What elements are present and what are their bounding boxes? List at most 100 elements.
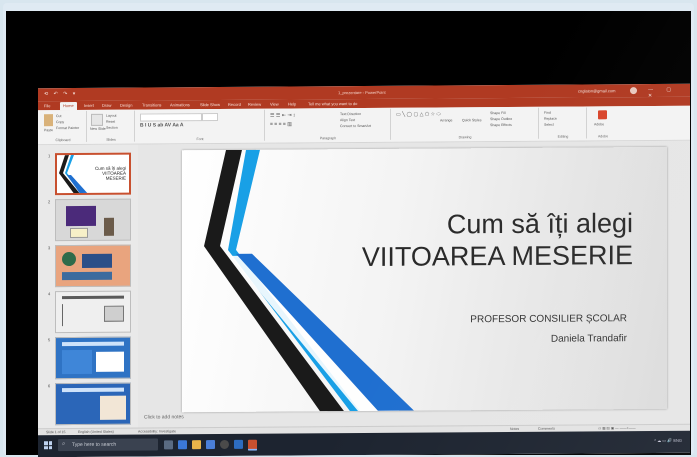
- word-icon[interactable]: [234, 439, 243, 449]
- tab-insert[interactable]: Insert: [84, 103, 94, 108]
- thumbnail-slide[interactable]: [55, 382, 131, 426]
- shape-effects-button[interactable]: Shape Effects: [490, 123, 512, 127]
- tab-draw[interactable]: Draw: [102, 103, 111, 108]
- thumbnail-5[interactable]: 5: [41, 336, 133, 382]
- arrange-button[interactable]: Arrange: [440, 118, 452, 122]
- powerpoint-icon[interactable]: [248, 439, 257, 451]
- font-label: Font: [196, 137, 204, 142]
- chrome-icon[interactable]: [220, 439, 229, 450]
- tab-review[interactable]: Review: [248, 102, 261, 107]
- adobe-icon[interactable]: [598, 110, 607, 120]
- tab-home[interactable]: Home: [60, 102, 77, 111]
- tab-slide-show[interactable]: Slide Show: [200, 102, 220, 107]
- thumbnail-slide[interactable]: [55, 336, 131, 380]
- powerpoint-window: ⟲ ↶ ↷ ▾ 1_prezentare - PowerPoint cnglat…: [38, 83, 690, 457]
- shapes-gallery[interactable]: ▭ ╲ ◯ ▢ △ ⬠ ☆ ⬭: [396, 111, 441, 117]
- thumbnail-image: [62, 387, 124, 393]
- font-name-select[interactable]: [140, 113, 202, 122]
- thumbnail-slide[interactable]: Cum să îți alegi VIITOAREA MESERIE: [55, 152, 131, 196]
- thumbnail-1[interactable]: 1 Cum să îți alegi VIITOAREA MESERIE: [41, 152, 133, 198]
- find-button[interactable]: Find: [544, 111, 551, 115]
- notes-placeholder[interactable]: Click to add notes: [144, 414, 184, 420]
- avatar[interactable]: [630, 87, 637, 95]
- windows-start-icon[interactable]: [44, 441, 52, 450]
- search-icon: ⌕: [62, 441, 66, 448]
- thumbnail-slide[interactable]: [55, 244, 131, 288]
- view-buttons[interactable]: ▭ ▦ ▤ ▣ — ——+——: [598, 426, 636, 430]
- copy-button[interactable]: Copy: [56, 120, 64, 124]
- thumbnail-image: [62, 271, 112, 281]
- adobe-button[interactable]: Adobe: [594, 122, 604, 126]
- thumbnail-image: [82, 253, 112, 268]
- slide-subtitle-line-1: PROFESOR CONSILIER ȘCOLAR: [470, 313, 627, 326]
- layout-button[interactable]: Layout: [106, 114, 117, 118]
- slide-title[interactable]: Cum să îți alegi VIITOAREA MESERIE: [362, 207, 633, 273]
- search-placeholder: Type here to search: [72, 441, 117, 449]
- user-email[interactable]: cnglaton@gmail.com: [578, 88, 615, 93]
- section-button[interactable]: Section: [106, 126, 118, 130]
- tab-view[interactable]: View: [270, 102, 279, 107]
- new-slide-icon[interactable]: [91, 113, 103, 126]
- thumbnail-image: [62, 295, 124, 300]
- tab-transitions[interactable]: Transitions: [142, 102, 161, 107]
- thumbnail-image: [62, 303, 93, 327]
- thumbnail-image: [96, 351, 124, 372]
- convert-smartart-button[interactable]: Convert to SmartArt: [340, 124, 371, 128]
- clipboard-label: Clipboard: [55, 138, 71, 143]
- thumbnail-image: [66, 205, 96, 227]
- thumbnail-number: 2: [48, 199, 51, 205]
- paste-icon[interactable]: [44, 114, 53, 127]
- taskbar-search[interactable]: ⌕ Type here to search: [58, 438, 158, 452]
- thumbnail-6[interactable]: 6: [41, 382, 133, 428]
- store-icon[interactable]: [206, 440, 215, 450]
- thumbnail-slide[interactable]: [55, 290, 131, 334]
- bold-italic-underline-buttons[interactable]: B I U S ab AV Aa A: [140, 122, 184, 128]
- tab-animations[interactable]: Animations: [170, 102, 190, 107]
- comments-toggle[interactable]: Comments: [538, 427, 555, 431]
- drawing-group: ▭ ╲ ◯ ▢ △ ⬠ ☆ ⬭ Arrange Quick Styles Sha…: [392, 107, 539, 140]
- quick-styles-button[interactable]: Quick Styles: [462, 118, 481, 122]
- new-slide-button[interactable]: New Slide: [90, 127, 106, 131]
- font-size-select[interactable]: [202, 113, 218, 122]
- replace-button[interactable]: Replace: [544, 117, 557, 121]
- paragraph-group: ☰ ☰ ⇤ ⇥ ↕ Text Direction Align Text Conv…: [266, 108, 391, 141]
- align-buttons[interactable]: ≡ ≡ ≡ ≡ ▥: [270, 122, 292, 128]
- tab-help[interactable]: Help: [288, 101, 296, 106]
- thumbnail-slide[interactable]: [55, 198, 131, 242]
- thumbnail-image: [100, 395, 126, 420]
- thumbnail-4[interactable]: 4: [41, 290, 133, 336]
- thumbnail-number: 6: [48, 383, 51, 389]
- thumbnail-image: [62, 341, 124, 347]
- file-explorer-icon[interactable]: [192, 440, 201, 450]
- accessibility-indicator[interactable]: Accessibility: Investigate: [138, 429, 176, 433]
- format-painter-button[interactable]: Format Painter: [56, 126, 79, 130]
- text-direction-button[interactable]: Text Direction: [340, 112, 361, 116]
- system-tray[interactable]: ^ ☁ ▭ 🔊 ENG: [654, 438, 682, 443]
- language-indicator[interactable]: English (United States): [78, 430, 114, 434]
- select-button[interactable]: Select: [544, 123, 554, 127]
- notes-toggle[interactable]: Notes: [510, 427, 519, 431]
- tab-design[interactable]: Design: [120, 103, 132, 108]
- quick-access-toolbar[interactable]: ⟲ ↶ ↷ ▾: [44, 91, 77, 97]
- edge-browser-icon[interactable]: [178, 440, 187, 450]
- thumbnail-title: Cum să îți alegi VIITOAREA MESERIE: [94, 165, 126, 181]
- tell-me-search[interactable]: Tell me what you want to do: [308, 101, 357, 106]
- list-buttons[interactable]: ☰ ☰ ⇤ ⇥ ↕: [270, 112, 295, 118]
- windows-taskbar: ⌕ Type here to search ^ ☁ ▭ 🔊 ENG: [38, 430, 690, 457]
- align-text-button[interactable]: Align Text: [340, 118, 355, 122]
- thumbnail-number: 3: [48, 245, 51, 251]
- tab-file[interactable]: File: [44, 103, 50, 108]
- current-slide[interactable]: Cum să îți alegi VIITOAREA MESERIE PROFE…: [182, 146, 667, 413]
- thumbnail-2[interactable]: 2: [41, 198, 133, 244]
- thumbnail-number: 4: [48, 291, 51, 297]
- thumbnail-3[interactable]: 3: [41, 244, 133, 290]
- paste-button[interactable]: Paste: [44, 128, 53, 132]
- cut-button[interactable]: Cut: [56, 114, 61, 118]
- slide-subtitle[interactable]: PROFESOR CONSILIER ȘCOLAR Daniela Tranda…: [470, 309, 627, 350]
- shape-fill-button[interactable]: Shape Fill: [490, 111, 506, 115]
- shape-outline-button[interactable]: Shape Outline: [490, 117, 512, 121]
- tab-record[interactable]: Record: [228, 102, 241, 107]
- task-view-icon[interactable]: [164, 440, 173, 450]
- adobe-label: Adobe: [597, 134, 609, 139]
- reset-button[interactable]: Reset: [106, 120, 115, 124]
